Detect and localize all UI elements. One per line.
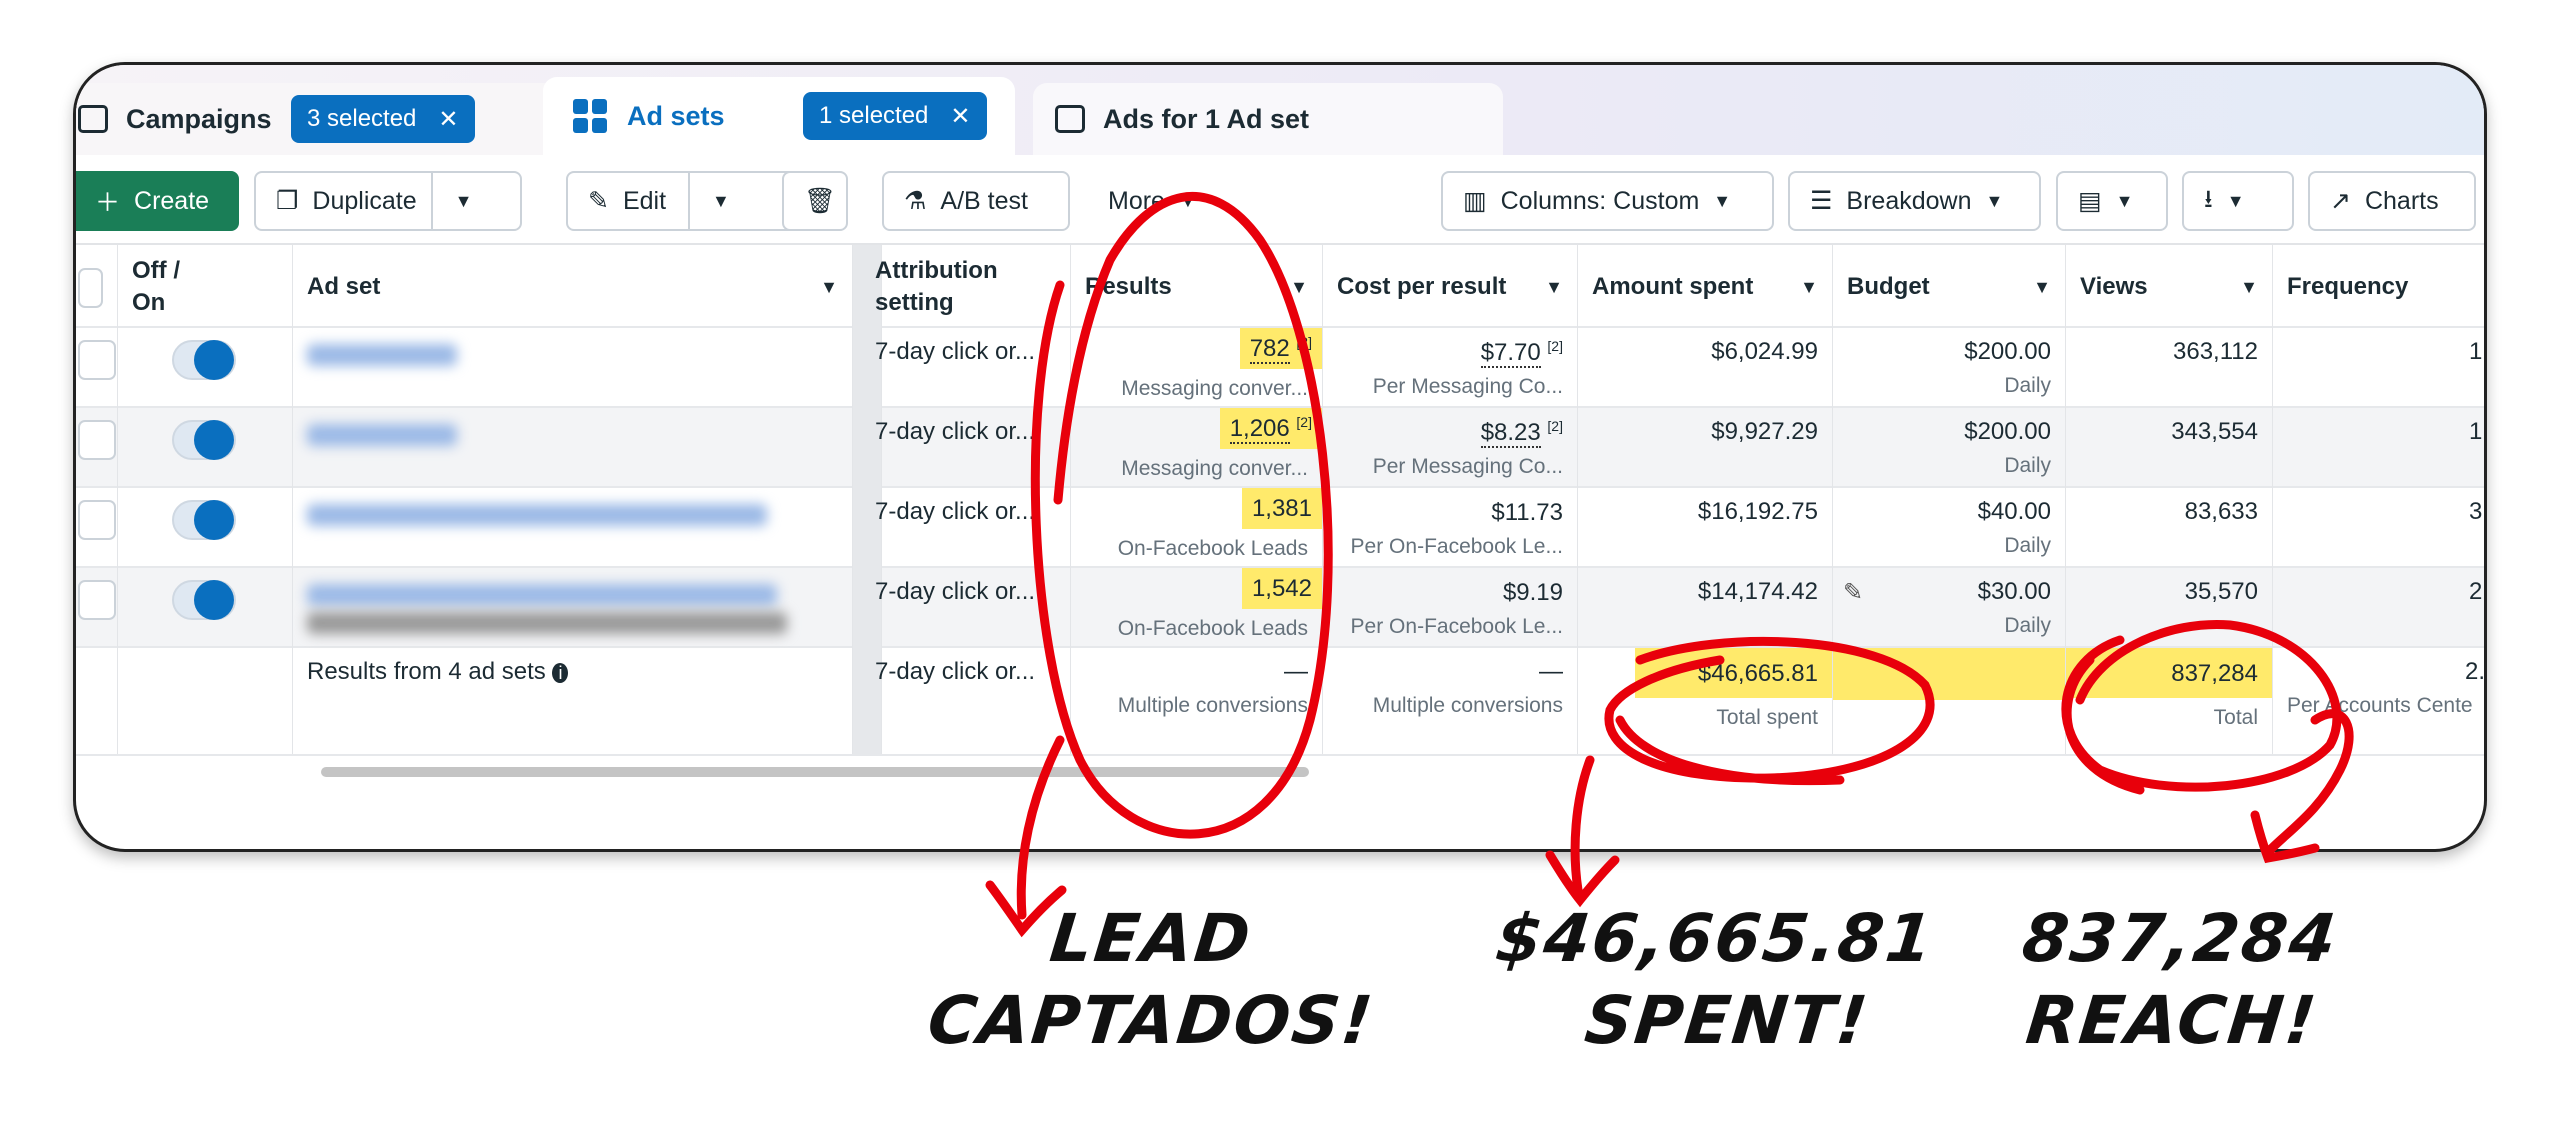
on-off-toggle[interactable] xyxy=(172,500,236,540)
tab-campaigns[interactable]: Campaigns 3 selected ✕ xyxy=(76,83,596,155)
row-checkbox[interactable] xyxy=(78,500,116,540)
close-icon[interactable]: ✕ xyxy=(950,102,970,131)
col-ad-set[interactable]: Ad set ▼ xyxy=(293,245,853,329)
table-row[interactable]: 7-day click or... 1,381 On-Facebook Lead… xyxy=(76,488,2484,571)
columns-button[interactable]: ▥ Columns: Custom ▼ xyxy=(1441,171,1774,231)
col-frequency[interactable]: Frequency xyxy=(2273,245,2484,329)
delete-button[interactable]: 🗑 xyxy=(782,171,848,231)
select-all-checkbox[interactable] xyxy=(78,268,103,308)
columns-icon: ▥ xyxy=(1463,187,1487,215)
reports-icon: ▤ xyxy=(2078,187,2102,215)
ad-set-name-redacted[interactable] xyxy=(293,488,853,571)
close-icon[interactable]: ✕ xyxy=(438,105,458,134)
caret-down-icon: ▼ xyxy=(1713,190,1732,211)
total-views: 837,284 xyxy=(2066,648,2272,698)
pencil-icon[interactable]: ✎ xyxy=(1843,578,1863,607)
table-row[interactable]: 7-day click or... 782 [2] Messaging conve… xyxy=(76,328,2484,411)
ad-set-name-redacted[interactable] xyxy=(293,408,853,491)
annotation-reach-line1: 837,284 xyxy=(2018,900,2342,977)
tab-bar: Campaigns 3 selected ✕ Ad sets 1 selected… xyxy=(76,65,2484,155)
export-button[interactable]: ⭳ ▼ xyxy=(2182,171,2294,231)
duplicate-dropdown[interactable]: ▼ xyxy=(430,173,473,229)
row-checkbox[interactable] xyxy=(78,580,116,620)
window-icon xyxy=(1055,105,1085,133)
col-results[interactable]: Results ▼ xyxy=(1071,245,1323,329)
breakdown-button[interactable]: ☰ Breakdown ▼ xyxy=(1788,171,2041,231)
toolbar: ＋ Create ❐ Duplicate ▼ ✎ Edit ▼ 🗑 ⚗ A/B test M… xyxy=(76,165,2484,235)
caret-down-icon: ▼ xyxy=(1178,190,1197,211)
trash-icon: 🗑 xyxy=(804,186,836,215)
tab-ads[interactable]: Ads for 1 Ad set xyxy=(1033,83,1503,155)
charts-button[interactable]: ↗ Charts xyxy=(2308,171,2476,231)
col-amount-spent[interactable]: Amount spent ▼ xyxy=(1578,245,1833,329)
sort-icon[interactable]: ▼ xyxy=(2240,271,2258,303)
on-off-toggle[interactable] xyxy=(172,420,236,460)
row-checkbox[interactable] xyxy=(78,340,116,380)
col-budget[interactable]: Budget ▼ xyxy=(1833,245,2066,329)
breakdown-icon: ☰ xyxy=(1810,187,1833,215)
edit-dropdown[interactable]: ▼ xyxy=(688,173,730,229)
download-icon: ⭳ xyxy=(2204,184,2213,213)
summary-row: Results from 4 ad sets i 7-day click or.… xyxy=(76,648,2484,756)
grid-icon xyxy=(573,99,607,133)
duplicate-icon: ❐ xyxy=(276,187,299,215)
ab-test-button[interactable]: ⚗ A/B test xyxy=(882,171,1070,231)
sort-icon[interactable]: ▼ xyxy=(820,271,838,303)
flask-icon: ⚗ xyxy=(904,187,927,215)
table-row[interactable]: 7-day click or... 1,542 On-Facebook Lead… xyxy=(76,568,2484,651)
total-spent: $46,665.81 xyxy=(1635,648,1832,698)
folder-icon xyxy=(78,105,108,133)
caret-down-icon: ▼ xyxy=(1985,190,2004,211)
horizontal-scrollbar[interactable] xyxy=(321,767,1309,777)
sort-icon[interactable]: ▼ xyxy=(1800,271,1818,303)
reports-button[interactable]: ▤ ▼ xyxy=(2056,171,2168,231)
sort-icon[interactable]: ▼ xyxy=(1290,271,1308,303)
table-row[interactable]: 7-day click or... 1,206 [2] Messaging con… xyxy=(76,408,2484,491)
ads-manager-window: Campaigns 3 selected ✕ Ad sets 1 selected… xyxy=(73,62,2487,852)
col-off-on: Off / On xyxy=(118,245,293,329)
campaigns-selected-pill[interactable]: 3 selected ✕ xyxy=(291,95,475,143)
ad-sets-table: Off / On Ad set ▼ Attribution setting Res… xyxy=(76,243,2484,756)
table-header: Off / On Ad set ▼ Attribution setting Res… xyxy=(76,243,2484,329)
tab-ad-sets[interactable]: Ad sets 1 selected ✕ xyxy=(543,77,1015,155)
col-views[interactable]: Views ▼ xyxy=(2066,245,2273,329)
on-off-toggle[interactable] xyxy=(172,340,236,380)
sort-icon[interactable]: ▼ xyxy=(2033,271,2051,303)
ad-sets-selected-pill[interactable]: 1 selected ✕ xyxy=(803,92,987,140)
col-attribution[interactable]: Attribution setting xyxy=(861,245,1071,329)
annotation-spent-line2: SPENT! xyxy=(1581,982,1873,1059)
results-value[interactable]: 1,381 xyxy=(1241,488,1322,529)
annotation-leads-line1: LEAD xyxy=(1046,900,1256,977)
plus-icon: ＋ xyxy=(95,189,121,217)
chart-icon: ↗ xyxy=(2330,187,2351,215)
annotation-spent-line1: $46,665.81 xyxy=(1492,900,1938,977)
caret-down-icon: ▼ xyxy=(712,190,730,211)
annotation-reach-line2: REACH! xyxy=(2022,982,2322,1059)
caret-down-icon: ▼ xyxy=(2115,190,2134,211)
row-checkbox[interactable] xyxy=(78,420,116,460)
on-off-toggle[interactable] xyxy=(172,580,236,620)
pencil-icon: ✎ xyxy=(588,187,609,215)
more-button[interactable]: More ▼ xyxy=(1086,171,1219,231)
caret-down-icon: ▼ xyxy=(454,190,473,211)
ad-set-name-redacted[interactable] xyxy=(293,328,853,411)
results-value[interactable]: 1,206 [2] xyxy=(1219,408,1322,449)
results-value[interactable]: 782 [2] xyxy=(1239,328,1322,369)
results-value[interactable]: 1,542 xyxy=(1241,568,1322,609)
caret-down-icon: ▼ xyxy=(2226,190,2245,211)
info-icon[interactable]: i xyxy=(552,663,569,683)
create-button[interactable]: ＋ Create xyxy=(76,171,239,231)
annotation-leads-line2: CAPTADOS! xyxy=(924,982,1378,1059)
summary-label: Results from 4 ad sets xyxy=(307,658,546,685)
col-cost-per-result[interactable]: Cost per result ▼ xyxy=(1323,245,1578,329)
duplicate-button[interactable]: ❐ Duplicate ▼ xyxy=(254,171,522,231)
sort-icon[interactable]: ▼ xyxy=(1545,271,1563,303)
ad-set-name-redacted[interactable] xyxy=(293,568,853,651)
